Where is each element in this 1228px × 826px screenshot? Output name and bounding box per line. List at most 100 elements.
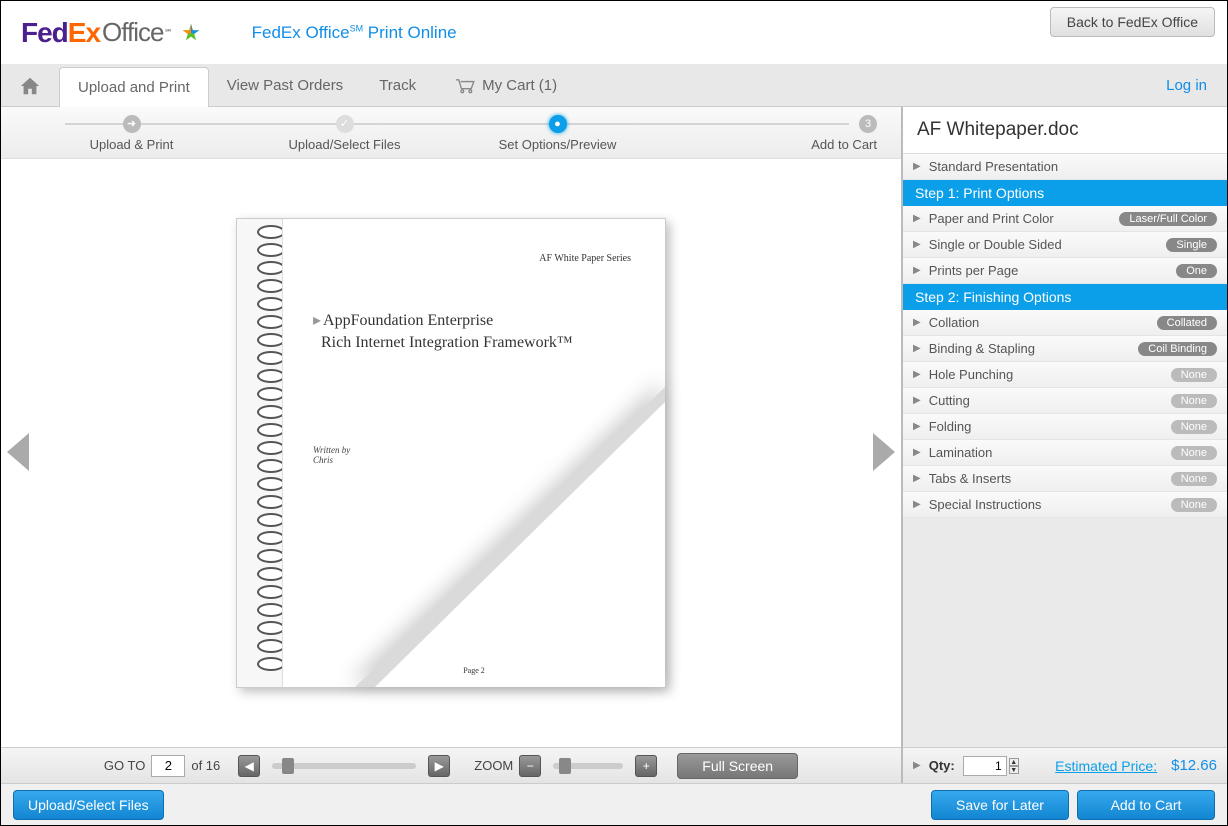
wizard-steps: ➜ Upload & Print ✓ Upload/Select Files ●… [1,107,901,159]
option-prints-per-page[interactable]: ▶ Prints per Page One [903,258,1227,284]
option-lamination[interactable]: ▶LaminationNone [903,440,1227,466]
home-icon[interactable] [19,75,41,97]
option-hole-punching[interactable]: ▶ Hole Punching None [903,362,1227,388]
current-step-icon: ● [549,115,567,133]
option-folding[interactable]: ▶ Folding None [903,414,1227,440]
page-content: AF White Paper Series ▸AppFoundation Ent… [283,219,665,687]
option-collation[interactable]: ▶CollationCollated [903,310,1227,336]
star-icon [180,22,202,44]
page-number: Page 2 [463,666,485,675]
option-tabs-inserts[interactable]: ▶ Tabs & Inserts None [903,466,1227,492]
opt-label: Binding & Stapling [929,341,1035,356]
document-filename: AF Whitepaper.doc [903,107,1227,154]
qty-up-button[interactable]: ▲ [1009,758,1019,766]
expand-icon: ▶ [913,499,921,510]
wizard-step-add-to-cart[interactable]: 3 Add to Cart [664,115,877,152]
zoom-in-button[interactable]: + [635,755,657,777]
opt-label: Folding [929,419,972,434]
wstep-label: Set Options/Preview [451,137,664,152]
login-link[interactable]: Log in [1166,77,1207,94]
footer: Upload/Select Files Save for Later Add t… [1,783,1227,825]
opt-badge: Single [1166,238,1217,252]
author-name: Chris [313,455,333,465]
back-to-fedex-button[interactable]: Back to FedEx Office [1050,7,1215,37]
expand-icon: ▶ [913,421,921,432]
coil-binding: for(let i=0;i<25;i++)document.write('<di… [237,219,283,687]
doc-series: AF White Paper Series [313,253,631,264]
zoom-slider[interactable] [553,763,623,769]
zoom-slider-thumb[interactable] [559,758,571,774]
zoom-out-button[interactable]: − [519,755,541,777]
document-preview[interactable]: for(let i=0;i<25;i++)document.write('<di… [236,218,666,688]
opt-badge: None [1171,368,1217,382]
expand-icon: ▶ [913,369,921,380]
preview-area: ➜ Upload & Print ✓ Upload/Select Files ●… [1,107,903,783]
title-line1: AppFoundation Enterprise [323,312,493,329]
wizard-step-select-files[interactable]: ✓ Upload/Select Files [238,115,451,152]
wizard-step-upload-print[interactable]: ➜ Upload & Print [25,115,238,152]
page-slider[interactable] [272,763,416,769]
my-cart-link[interactable]: My Cart (1) [454,77,557,94]
opt-badge: None [1171,498,1217,512]
opt-label: Hole Punching [929,367,1014,382]
zoom-label: ZOOM [474,758,513,773]
goto-page-input[interactable] [151,755,185,777]
preview-canvas: for(let i=0;i<25;i++)document.write('<di… [1,159,901,747]
opt-badge: None [1171,420,1217,434]
wstep-label: Upload/Select Files [238,137,451,152]
written-by: Written by [313,445,350,455]
page-curl-highlight [375,402,665,687]
navbar: Upload and Print View Past Orders Track … [1,65,1227,107]
expand-icon: ▶ [913,760,921,771]
tab-upload-and-print[interactable]: Upload and Print [59,67,209,107]
expand-icon: ▶ [913,265,921,276]
upload-select-files-button[interactable]: Upload/Select Files [13,790,164,820]
opt-label: Tabs & Inserts [929,471,1011,486]
tab-view-past-orders[interactable]: View Past Orders [209,65,361,107]
page-prev-button[interactable]: ◀ [238,755,260,777]
tab-track[interactable]: Track [361,65,434,107]
estimated-price-link[interactable]: Estimated Price: [1055,758,1157,774]
logo-office-text: Office [102,17,163,48]
option-standard-presentation[interactable]: ▶Standard Presentation [903,154,1227,180]
opt-label: Standard Presentation [929,159,1058,174]
qty-down-button[interactable]: ▼ [1009,766,1019,774]
cart-label: My Cart (1) [482,77,557,94]
preview-toolbar: GO TO of 16 ◀ ▶ ZOOM − + Full Screen [1,747,901,783]
qty-spinner: ▲ ▼ [1009,758,1019,774]
page-slider-thumb[interactable] [282,758,294,774]
opt-badge: One [1176,264,1217,278]
expand-icon: ▶ [913,473,921,484]
print-online-link[interactable]: FedEx OfficeSM Print Online [252,23,457,43]
goto-label: GO TO [104,758,145,773]
qty-input[interactable] [963,756,1007,776]
add-to-cart-button[interactable]: Add to Cart [1077,790,1215,820]
opt-label: Collation [929,315,980,330]
opt-label: Cutting [929,393,970,408]
brand-prefix: FedEx Office [252,23,350,42]
doc-title: ▸AppFoundation Enterprise Rich Internet … [313,310,635,353]
expand-icon: ▶ [913,239,921,250]
step1-header: Step 1: Print Options [903,180,1227,206]
wizard-step-set-options[interactable]: ● Set Options/Preview [451,115,664,152]
logo-ex: Ex [68,17,100,49]
page-next-button[interactable]: ▶ [428,755,450,777]
opt-badge: None [1171,472,1217,486]
fullscreen-button[interactable]: Full Screen [677,753,798,779]
estimated-price-value: $12.66 [1171,757,1217,774]
option-cutting[interactable]: ▶CuttingNone [903,388,1227,414]
opt-label: Paper and Print Color [929,211,1054,226]
option-binding[interactable]: ▶Binding & StaplingCoil Binding [903,336,1227,362]
opt-label: Special Instructions [929,497,1042,512]
option-special-instructions[interactable]: ▶ Special Instructions None [903,492,1227,518]
arrow-right-icon: ➜ [123,115,141,133]
logo-tm: ℠ [164,28,171,37]
cart-icon [454,78,476,94]
next-page-arrow[interactable] [873,433,895,471]
opt-label: Prints per Page [929,263,1019,278]
prev-page-arrow[interactable] [7,433,29,471]
option-paper-color[interactable]: ▶Paper and Print ColorLaser/Full Color [903,206,1227,232]
save-for-later-button[interactable]: Save for Later [931,790,1069,820]
expand-icon: ▶ [913,213,921,224]
option-sides[interactable]: ▶Single or Double SidedSingle [903,232,1227,258]
